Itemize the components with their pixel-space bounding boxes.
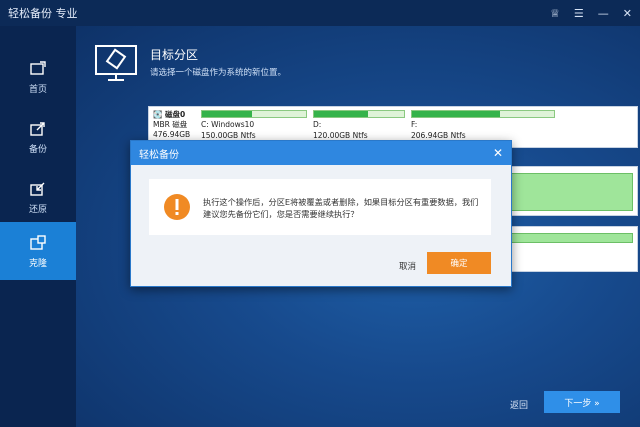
disk-type: MBR 磁盘 [153, 120, 188, 129]
partition-usage-bar [201, 110, 307, 118]
partition-usage-fill [314, 111, 368, 117]
confirm-dialog: 轻松备份 ✕ 执行这个操作后，分区E将被覆盖或者删除，如果目标分区有重要数据，我… [130, 140, 512, 287]
disk-info: 💽 磁盘0 MBR 磁盘 476.94GB [153, 110, 197, 140]
partition-detail: 206.94GB Ntfs [411, 131, 466, 140]
ok-button[interactable]: 确定 [427, 252, 491, 274]
page-title: 目标分区 [150, 48, 199, 62]
dialog-title: 轻松备份 [139, 149, 179, 161]
partition-c[interactable]: C: Windows10 150.00GB Ntfs [201, 110, 307, 144]
sidebar: 首页 备份 还原 克隆 [0, 26, 76, 427]
disk-icon: 💽 [153, 110, 163, 119]
disk-row-partial[interactable] [504, 226, 638, 272]
partition-usage-bar [509, 233, 633, 243]
sidebar-item-home[interactable]: 首页 [0, 52, 76, 110]
disk-name: 磁盘0 [164, 110, 186, 119]
partition-label: C: Windows10 [201, 120, 255, 129]
close-icon[interactable]: ✕ [623, 7, 632, 20]
disk-size: 476.94GB [153, 130, 191, 139]
sidebar-item-label: 首页 [28, 85, 47, 95]
disk-row-partial[interactable] [504, 166, 638, 216]
partition-usage-fill [412, 111, 501, 117]
app-title: 轻松备份 专业 [8, 7, 78, 20]
window-controls: ♕ ☰ — ✕ [550, 0, 632, 26]
menu-icon[interactable]: ☰ [574, 7, 584, 20]
partition-detail: 120.00GB Ntfs [313, 131, 368, 140]
cancel-button[interactable]: 取消 [393, 259, 422, 273]
sidebar-item-label: 克隆 [28, 259, 47, 269]
sidebar-item-clone[interactable]: 克隆 [0, 222, 76, 280]
page-subtitle: 请选择一个磁盘作为系统的新位置。 [150, 68, 287, 78]
clone-icon [30, 235, 46, 250]
partition-f[interactable]: F: 206.94GB Ntfs [411, 110, 555, 144]
partition-usage-bar [313, 110, 405, 118]
sidebar-item-label: 还原 [28, 205, 47, 215]
target-partition-icon [95, 45, 137, 81]
title-bar: 轻松备份 专业 ♕ ☰ — ✕ [0, 0, 640, 26]
next-button[interactable]: 下一步 » [544, 391, 620, 413]
partition-selected[interactable] [509, 173, 633, 211]
restore-icon [30, 182, 45, 196]
dialog-body: 执行这个操作后，分区E将被覆盖或者删除，如果目标分区有重要数据，我们建议您先备份… [149, 179, 491, 235]
home-icon [30, 61, 46, 75]
dialog-message: 执行这个操作后，分区E将被覆盖或者删除，如果目标分区有重要数据，我们建议您先备份… [203, 197, 479, 219]
back-button[interactable]: 返回 [510, 398, 528, 411]
partition-label: D: [313, 120, 322, 129]
partition-usage-fill [202, 111, 252, 117]
partition-d[interactable]: D: 120.00GB Ntfs [313, 110, 405, 144]
partition-detail: 150.00GB Ntfs [201, 131, 256, 140]
partition-usage-bar [411, 110, 555, 118]
dialog-close-icon[interactable]: ✕ [493, 146, 503, 160]
sidebar-item-backup[interactable]: 备份 [0, 112, 76, 170]
dialog-header: 轻松备份 ✕ [131, 141, 511, 165]
upgrade-crown-icon[interactable]: ♕ [550, 7, 560, 20]
sidebar-item-label: 备份 [28, 145, 47, 155]
backup-icon [30, 122, 45, 136]
minimize-icon[interactable]: — [598, 7, 609, 20]
warning-icon [164, 194, 190, 220]
partition-label: F: [411, 120, 418, 129]
